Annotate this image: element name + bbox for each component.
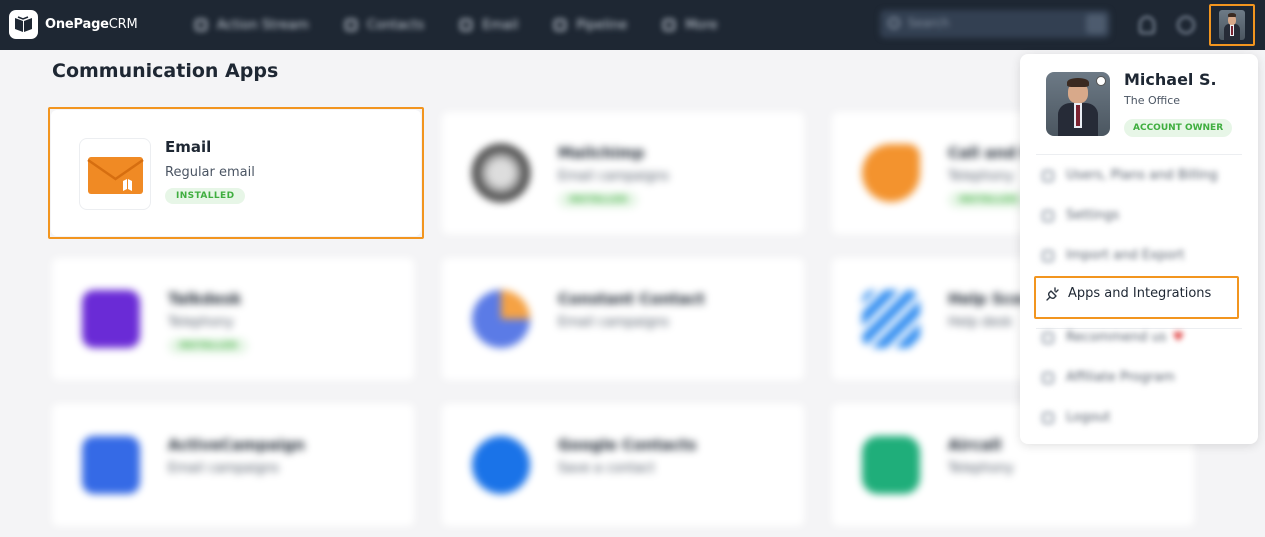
logo-icon <box>9 10 38 39</box>
nav-item-action-stream[interactable]: Action Stream <box>195 18 309 33</box>
menu-item-label: Affiliate Program <box>1066 370 1175 385</box>
app-card-title: Aircall <box>948 436 1002 454</box>
contacts-icon <box>344 19 357 31</box>
app-card-subtitle: Help desk <box>948 315 1013 330</box>
nav-item-label: Email <box>482 17 519 33</box>
menu-item-label: Logout <box>1066 410 1111 425</box>
google-contacts-logo-icon <box>472 436 530 494</box>
users-icon <box>1042 169 1054 182</box>
notifications-bell-icon[interactable] <box>1139 16 1155 34</box>
search-filter-button[interactable] <box>1086 14 1106 34</box>
menu-item-affiliate-program[interactable]: Affiliate Program <box>1042 370 1175 385</box>
app-card-talkdesk[interactable]: Talkdesk Telephony INSTALLED <box>52 258 414 380</box>
menu-item-label: Users, Plans and Billing <box>1066 168 1218 183</box>
logo-suffix-text: CRM <box>108 17 138 32</box>
menu-divider <box>1036 328 1242 329</box>
logout-icon <box>1042 411 1054 424</box>
menu-item-label: Recommend us <box>1066 330 1167 345</box>
email-card-highlight <box>48 107 424 239</box>
app-card-constant-contact[interactable]: Constant Contact Email campaigns <box>442 258 804 380</box>
action-stream-icon <box>195 19 207 31</box>
onepagecrm-logo[interactable]: OnePageCRM <box>9 10 138 39</box>
pipeline-icon <box>554 19 567 31</box>
menu-item-settings[interactable]: Settings <box>1042 208 1119 223</box>
logo-main-text: OnePage <box>45 17 109 32</box>
nav-item-label: More <box>685 17 718 33</box>
menu-item-label: Import and Export <box>1066 248 1185 263</box>
search-placeholder: Search <box>908 16 950 30</box>
app-card-subtitle: Telephony <box>168 315 234 330</box>
page-title: Communication Apps <box>52 60 279 82</box>
menu-item-label: Settings <box>1066 208 1120 223</box>
menu-item-import-export[interactable]: Import and Export <box>1042 248 1184 263</box>
clock-icon <box>1096 76 1106 86</box>
nav-item-contacts[interactable]: Contacts <box>344 17 425 33</box>
user-company: The Office <box>1124 94 1181 107</box>
nav-item-email[interactable]: Email <box>460 18 518 33</box>
logo-text: OnePageCRM <box>45 17 138 32</box>
app-card-subtitle: Save a contact <box>558 461 655 476</box>
user-dropdown-menu: Michael S. The Office ACCOUNT OWNER User… <box>1020 54 1258 444</box>
menu-item-recommend-us[interactable]: Recommend us ♥ <box>1042 330 1184 345</box>
help-scout-logo-icon <box>862 290 920 348</box>
talkdesk-logo-icon <box>82 290 140 348</box>
menu-item-users-plans-billing[interactable]: Users, Plans and Billing <box>1042 168 1218 183</box>
user-profile-avatar <box>1046 72 1110 136</box>
aircall-logo-icon <box>862 436 920 494</box>
app-card-title: Google Contacts <box>558 436 697 454</box>
help-icon[interactable] <box>1177 16 1195 34</box>
phone-icon <box>862 144 920 202</box>
affiliate-icon <box>1042 371 1054 384</box>
app-card-mailchimp[interactable]: Mailchimp Email campaigns INSTALLED <box>442 112 804 234</box>
app-card-google-contacts[interactable]: Google Contacts Save a contact <box>442 404 804 526</box>
constant-contact-logo-icon <box>472 290 530 348</box>
app-card-subtitle: Telephony <box>948 169 1014 184</box>
email-icon <box>460 19 473 31</box>
account-owner-badge: ACCOUNT OWNER <box>1124 119 1233 137</box>
app-card-subtitle: Email campaigns <box>168 461 280 476</box>
search-icon <box>888 17 900 29</box>
app-card-subtitle: Email campaigns <box>558 169 670 184</box>
main-nav: Action Stream Contacts Email Pipeline Mo… <box>195 0 753 50</box>
app-card-title: ActiveCampaign <box>168 436 305 454</box>
heart-icon: ♥ <box>1172 330 1185 345</box>
top-navigation-bar: OnePageCRM Action Stream Contacts Email … <box>0 0 1265 50</box>
user-avatar-button[interactable] <box>1209 4 1255 46</box>
apps-integrations-highlight <box>1034 276 1239 319</box>
app-card-subtitle: Telephony <box>948 461 1014 476</box>
nav-item-label: Contacts <box>366 17 425 33</box>
user-name: Michael S. <box>1124 70 1217 89</box>
search-input[interactable]: Search <box>880 10 1110 38</box>
recommend-icon <box>1042 331 1054 344</box>
installed-badge: INSTALLED <box>558 192 639 208</box>
installed-badge: INSTALLED <box>168 338 249 354</box>
avatar <box>1219 10 1245 40</box>
app-card-activecampaign[interactable]: ActiveCampaign Email campaigns <box>52 404 414 526</box>
more-icon <box>663 19 676 31</box>
menu-divider <box>1036 154 1242 155</box>
activecampaign-logo-icon <box>82 436 140 494</box>
app-card-title: Talkdesk <box>168 290 242 308</box>
mailchimp-logo-icon <box>472 144 530 202</box>
app-card-title: Constant Contact <box>558 290 705 308</box>
app-card-title: Mailchimp <box>558 144 645 162</box>
menu-item-logout[interactable]: Logout <box>1042 410 1111 425</box>
nav-item-label: Pipeline <box>576 17 628 33</box>
import-export-icon <box>1042 249 1054 262</box>
nav-item-pipeline[interactable]: Pipeline <box>554 18 627 33</box>
settings-icon <box>1042 209 1054 222</box>
nav-item-label: Action Stream <box>217 17 309 33</box>
app-card-subtitle: Email campaigns <box>558 315 670 330</box>
installed-badge: INSTALLED <box>948 192 1029 208</box>
nav-item-more[interactable]: More <box>663 18 717 33</box>
